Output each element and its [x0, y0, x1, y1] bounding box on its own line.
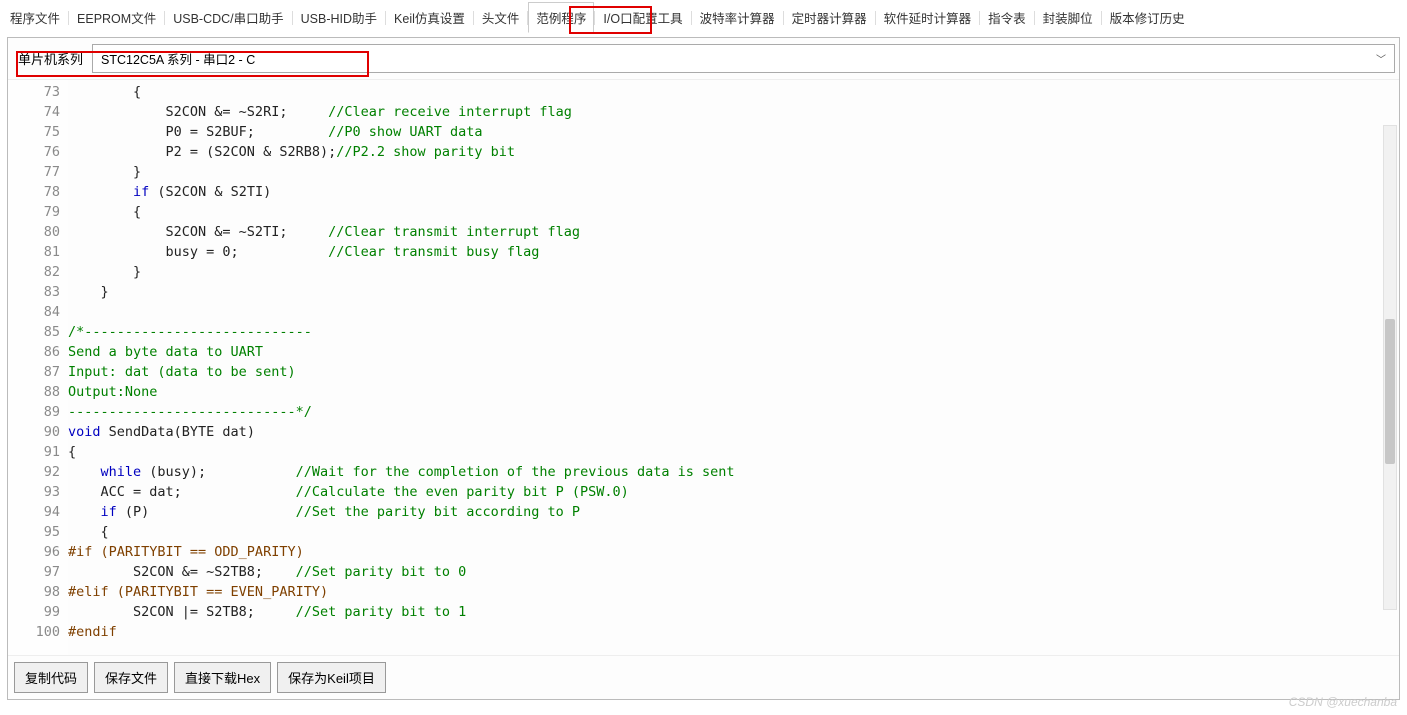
code-line[interactable]: while (busy); //Wait for the completion … — [68, 462, 1399, 482]
line-number: 97 — [8, 562, 60, 582]
line-number: 93 — [8, 482, 60, 502]
line-number: 73 — [8, 82, 60, 102]
series-selected-value: STC12C5A 系列 - 串口2 - C — [101, 49, 255, 68]
code-line[interactable]: /*---------------------------- — [68, 322, 1399, 342]
vertical-scrollbar[interactable] — [1383, 125, 1397, 610]
tab-8[interactable]: 波特率计算器 — [692, 2, 783, 33]
line-number: 75 — [8, 122, 60, 142]
code-line[interactable]: if (P) //Set the parity bit according to… — [68, 502, 1399, 522]
code-line[interactable]: #elif (PARITYBIT == EVEN_PARITY) — [68, 582, 1399, 602]
chevron-down-icon: ﹀ — [1376, 51, 1386, 66]
download-hex-button[interactable]: 直接下载Hex — [174, 662, 271, 693]
tab-bar: 程序文件EEPROM文件USB-CDC/串口助手USB-HID助手Keil仿真设… — [0, 0, 1407, 30]
code-line[interactable]: busy = 0; //Clear transmit busy flag — [68, 242, 1399, 262]
code-line[interactable]: S2CON &= ~S2TB8; //Set parity bit to 0 — [68, 562, 1399, 582]
code-line[interactable]: Output:None — [68, 382, 1399, 402]
code-line[interactable]: } — [68, 282, 1399, 302]
code-line[interactable]: P0 = S2BUF; //P0 show UART data — [68, 122, 1399, 142]
tab-6[interactable]: 范例程序 — [528, 2, 594, 33]
code-line[interactable]: void SendData(BYTE dat) — [68, 422, 1399, 442]
line-number: 100 — [8, 622, 60, 642]
line-number: 92 — [8, 462, 60, 482]
code-line[interactable]: #if (PARITYBIT == ODD_PARITY) — [68, 542, 1399, 562]
line-number: 78 — [8, 182, 60, 202]
line-number: 76 — [8, 142, 60, 162]
copy-code-button[interactable]: 复制代码 — [14, 662, 88, 693]
line-number: 85 — [8, 322, 60, 342]
line-number: 91 — [8, 442, 60, 462]
code-line[interactable]: S2CON &= ~S2RI; //Clear receive interrup… — [68, 102, 1399, 122]
line-number: 99 — [8, 602, 60, 622]
code-line[interactable]: P2 = (S2CON & S2RB8);//P2.2 show parity … — [68, 142, 1399, 162]
code-line[interactable]: Input: dat (data to be sent) — [68, 362, 1399, 382]
code-editor[interactable]: 7374757677787980818283848586878889909192… — [8, 80, 1399, 655]
line-number: 94 — [8, 502, 60, 522]
scroll-thumb[interactable] — [1385, 319, 1395, 464]
tab-4[interactable]: Keil仿真设置 — [386, 2, 473, 33]
line-number: 89 — [8, 402, 60, 422]
main-panel: 单片机系列 STC12C5A 系列 - 串口2 - C ﹀ 7374757677… — [7, 37, 1400, 700]
code-line[interactable]: } — [68, 262, 1399, 282]
line-number: 81 — [8, 242, 60, 262]
code-line[interactable]: S2CON &= ~S2TI; //Clear transmit interru… — [68, 222, 1399, 242]
tab-7[interactable]: I/O口配置工具 — [595, 2, 690, 33]
line-number: 87 — [8, 362, 60, 382]
line-number: 88 — [8, 382, 60, 402]
tab-9[interactable]: 定时器计算器 — [784, 2, 875, 33]
code-line[interactable] — [68, 302, 1399, 322]
code-line[interactable]: { — [68, 442, 1399, 462]
tab-0[interactable]: 程序文件 — [2, 2, 68, 33]
save-file-button[interactable]: 保存文件 — [94, 662, 168, 693]
line-number: 77 — [8, 162, 60, 182]
tab-11[interactable]: 指令表 — [980, 2, 1034, 33]
code-line[interactable]: { — [68, 82, 1399, 102]
code-line[interactable]: { — [68, 522, 1399, 542]
line-number: 74 — [8, 102, 60, 122]
series-label[interactable]: 单片机系列 — [12, 46, 89, 71]
line-number: 86 — [8, 342, 60, 362]
tab-3[interactable]: USB-HID助手 — [293, 2, 385, 33]
line-number: 90 — [8, 422, 60, 442]
line-number-gutter: 7374757677787980818283848586878889909192… — [8, 80, 68, 655]
code-line[interactable]: ACC = dat; //Calculate the even parity b… — [68, 482, 1399, 502]
code-content[interactable]: { S2CON &= ~S2RI; //Clear receive interr… — [68, 80, 1399, 655]
line-number: 82 — [8, 262, 60, 282]
code-line[interactable]: { — [68, 202, 1399, 222]
save-keil-project-button[interactable]: 保存为Keil项目 — [277, 662, 386, 693]
tab-10[interactable]: 软件延时计算器 — [876, 2, 980, 33]
tab-13[interactable]: 版本修订历史 — [1102, 2, 1193, 33]
series-dropdown[interactable]: STC12C5A 系列 - 串口2 - C ﹀ — [92, 44, 1395, 73]
code-line[interactable]: ----------------------------*/ — [68, 402, 1399, 422]
code-line[interactable]: Send a byte data to UART — [68, 342, 1399, 362]
watermark-text: CSDN @xuechanba — [1289, 695, 1397, 709]
line-number: 83 — [8, 282, 60, 302]
series-row: 单片机系列 STC12C5A 系列 - 串口2 - C ﹀ — [8, 38, 1399, 80]
tab-5[interactable]: 头文件 — [474, 2, 528, 33]
bottom-toolbar: 复制代码 保存文件 直接下载Hex 保存为Keil项目 — [8, 655, 1399, 699]
line-number: 79 — [8, 202, 60, 222]
line-number: 98 — [8, 582, 60, 602]
code-line[interactable]: if (S2CON & S2TI) — [68, 182, 1399, 202]
tab-1[interactable]: EEPROM文件 — [69, 2, 164, 33]
tab-2[interactable]: USB-CDC/串口助手 — [165, 2, 291, 33]
code-line[interactable]: S2CON |= S2TB8; //Set parity bit to 1 — [68, 602, 1399, 622]
line-number: 96 — [8, 542, 60, 562]
code-line[interactable]: #endif — [68, 622, 1399, 642]
line-number: 80 — [8, 222, 60, 242]
line-number: 84 — [8, 302, 60, 322]
tab-12[interactable]: 封装脚位 — [1035, 2, 1101, 33]
line-number: 95 — [8, 522, 60, 542]
code-line[interactable]: } — [68, 162, 1399, 182]
